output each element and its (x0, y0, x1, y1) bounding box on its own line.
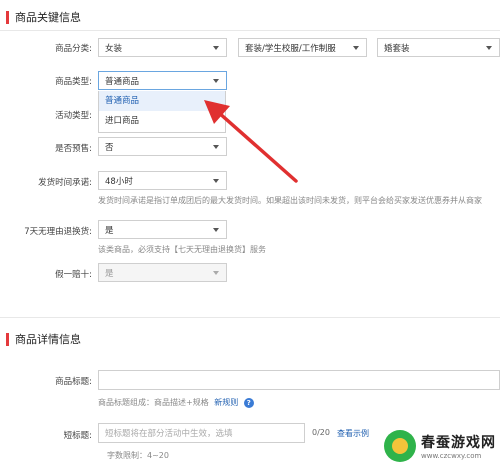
product-type-label: 商品类型: (55, 77, 92, 87)
dropdown-option-import[interactable]: 进口商品 (99, 111, 225, 131)
short-title-label: 短标题: (63, 431, 92, 441)
help-icon[interactable]: ? (243, 397, 254, 408)
watermark-logo-icon (384, 430, 416, 462)
short-title-counter: 0/20 (312, 428, 330, 437)
category-level1-value: 女装 (105, 43, 123, 54)
chevron-down-icon (213, 271, 219, 275)
new-rules-link[interactable]: 新规则 (214, 398, 238, 407)
product-title-label: 商品标题: (55, 377, 92, 387)
section-key-info-title: 商品关键信息 (6, 9, 81, 25)
category-label: 商品分类: (55, 44, 92, 54)
return-policy-label: 7天无理由退换货: (24, 227, 92, 237)
product-title-hint: 商品标题组成：商品描述+规格 新规则 ? (98, 397, 254, 408)
chevron-down-icon (213, 179, 219, 183)
short-title-placeholder: 短标题将在部分活动中生效，选填 (105, 429, 233, 439)
category-level3-value: 婚套装 (384, 43, 410, 54)
product-type-value: 普通商品 (105, 76, 140, 87)
shipping-select[interactable]: 48小时 (98, 171, 227, 190)
return-policy-select[interactable]: 是 (98, 220, 227, 239)
watermark-text: 春蚕游戏网 www.czcwxy.com (421, 432, 496, 460)
presale-label: 是否预售: (55, 144, 92, 154)
section-title-text: 商品详情信息 (15, 333, 81, 346)
return-policy-value: 是 (105, 225, 114, 236)
view-example-link[interactable]: 查看示例 (337, 428, 369, 439)
short-title-input[interactable]: 短标题将在部分活动中生效，选填 (98, 423, 305, 443)
activity-type-label: 活动类型: (55, 111, 92, 121)
category-level1-select[interactable]: 女装 (98, 38, 227, 57)
fake-compensation-select[interactable]: 是 (98, 263, 227, 282)
shipping-hint: 发货时间承诺是指订单成团后的最大发货时间。如果超出该时间未发货，则平台会给买家发… (98, 196, 482, 205)
chevron-down-icon (486, 46, 492, 50)
product-title-input[interactable] (98, 370, 500, 390)
dropdown-option-normal[interactable]: 普通商品 (99, 91, 225, 111)
watermark-logo: 春蚕游戏网 www.czcwxy.com (384, 430, 496, 462)
fake-compensation-value: 是 (105, 268, 114, 279)
presale-value: 否 (105, 142, 114, 153)
product-type-select[interactable]: 普通商品 (98, 71, 227, 90)
chevron-down-icon (213, 79, 219, 83)
section-divider (0, 30, 500, 31)
fake-compensation-label: 假一赔十: (55, 270, 92, 280)
section-detail-title: 商品详情信息 (6, 331, 81, 347)
short-title-limit: 字数限制：4~20 (107, 451, 169, 460)
product-type-dropdown: 普通商品 进口商品 (98, 91, 226, 133)
section-title-text: 商品关键信息 (15, 11, 81, 24)
chevron-down-icon (213, 145, 219, 149)
title-hint-text: 商品标题组成：商品描述+规格 (98, 398, 209, 407)
section-accent-bar (6, 10, 9, 24)
watermark-name: 春蚕游戏网 (421, 435, 496, 451)
section-accent-bar (6, 332, 9, 346)
presale-select[interactable]: 否 (98, 137, 227, 156)
section-divider (0, 317, 500, 318)
category-level3-select[interactable]: 婚套装 (377, 38, 500, 57)
chevron-down-icon (213, 228, 219, 232)
shipping-value: 48小时 (105, 176, 133, 187)
category-level2-value: 套装/学生校服/工作制服 (245, 43, 336, 54)
watermark-url: www.czcwxy.com (421, 452, 482, 460)
return-policy-hint: 该类商品，必须支持【七天无理由退换货】服务 (98, 245, 266, 254)
chevron-down-icon (213, 46, 219, 50)
category-level2-select[interactable]: 套装/学生校服/工作制服 (238, 38, 367, 57)
chevron-down-icon (353, 46, 359, 50)
shipping-label: 发货时间承诺: (38, 178, 92, 188)
